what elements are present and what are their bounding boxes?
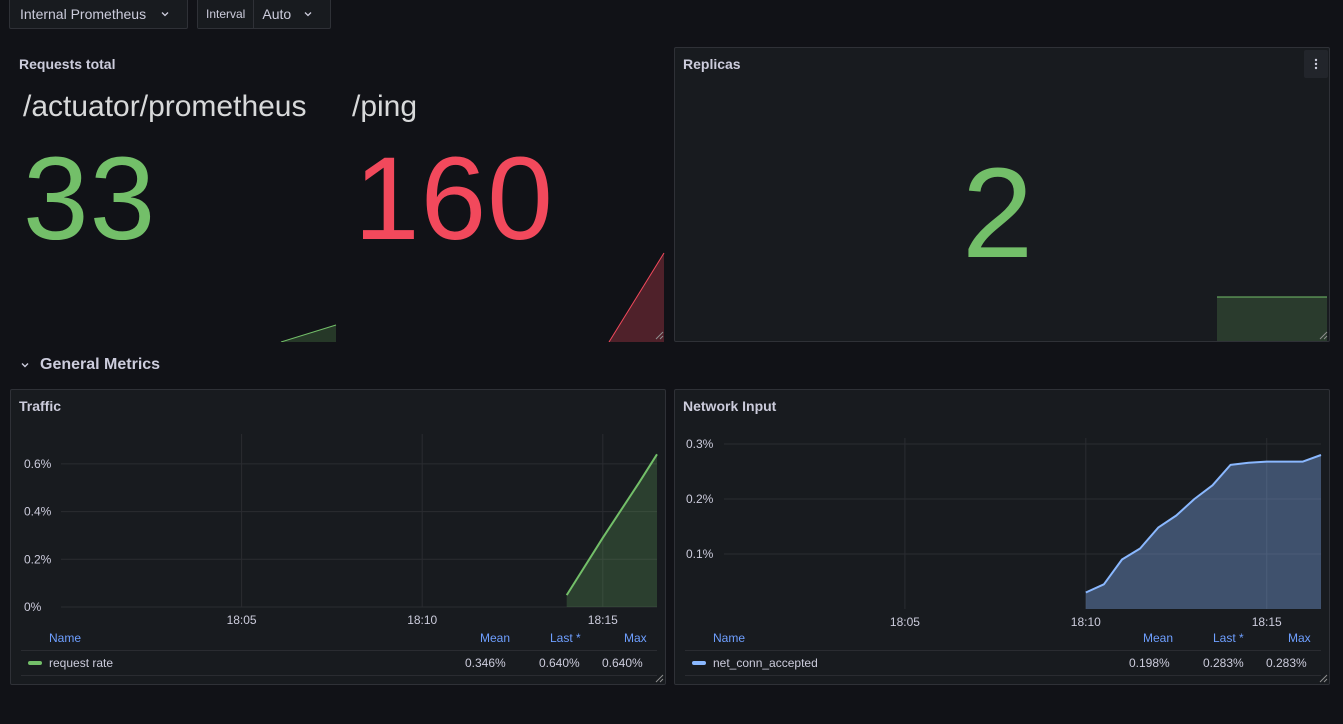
traffic-panel: Traffic 0% 0.2% 0.4% 0.6% 18:05 18:10 18:15 Na…: [10, 389, 666, 685]
resize-handle-icon[interactable]: [654, 673, 664, 683]
y-tick-label: 0.6%: [24, 457, 52, 471]
legend-series-name[interactable]: request rate: [49, 656, 113, 670]
y-tick-label: 0.1%: [686, 547, 714, 561]
series-area: [1085, 455, 1321, 609]
x-tick-label: 18:15: [1252, 615, 1282, 629]
sparkline-actuator: [280, 252, 665, 342]
legend-mean-value: 0.198%: [1129, 656, 1170, 670]
resize-handle-icon[interactable]: [1318, 673, 1328, 683]
requests-total-panel: Requests total /actuator/prometheus 33 /…: [11, 48, 666, 342]
legend-header-name[interactable]: Name: [713, 631, 745, 645]
legend-header-max[interactable]: Max: [624, 631, 647, 645]
row-general-metrics[interactable]: General Metrics: [20, 356, 160, 374]
legend-header-last[interactable]: Last *: [550, 631, 581, 645]
legend-swatch: [28, 661, 42, 665]
interval-picker[interactable]: Interval Auto: [197, 0, 331, 29]
datasource-picker[interactable]: Internal Prometheus: [9, 0, 188, 29]
legend-header-last[interactable]: Last *: [1213, 631, 1244, 645]
interval-value: Auto: [262, 5, 292, 22]
network-input-panel: Network Input 0.1% 0.2% 0.3% 18:05 18:10 18:1…: [674, 389, 1330, 685]
legend-divider: [21, 650, 657, 651]
y-tick-label: 0%: [24, 600, 42, 614]
x-tick-label: 18:05: [890, 615, 920, 629]
x-tick-label: 18:10: [1071, 615, 1101, 629]
y-tick-label: 0.4%: [24, 505, 52, 519]
legend-max-value: 0.640%: [602, 656, 643, 670]
legend-series-name[interactable]: net_conn_accepted: [713, 656, 818, 670]
legend-swatch: [692, 661, 706, 665]
legend-last-value: 0.640%: [539, 656, 580, 670]
legend-header-max[interactable]: Max: [1288, 631, 1311, 645]
x-tick-label: 18:05: [227, 613, 257, 627]
y-tick-label: 0.2%: [24, 552, 52, 566]
legend-divider: [21, 675, 657, 676]
legend-last-value: 0.283%: [1203, 656, 1244, 670]
legend-header-name[interactable]: Name: [49, 631, 81, 645]
legend-header-mean[interactable]: Mean: [1143, 631, 1173, 645]
y-tick-label: 0.2%: [686, 492, 714, 506]
legend-divider: [685, 675, 1321, 676]
chevron-down-icon: [21, 363, 29, 368]
chevron-down-icon: [161, 11, 169, 16]
y-tick-label: 0.3%: [686, 437, 714, 451]
legend-max-value: 0.283%: [1266, 656, 1307, 670]
sparkline-replicas: [1217, 296, 1327, 341]
interval-label: Interval: [198, 0, 255, 28]
datasource-picker-label: Internal Prometheus: [20, 5, 147, 22]
replicas-panel: Replicas 2: [674, 47, 1330, 342]
legend-mean-value: 0.346%: [465, 656, 506, 670]
x-tick-label: 18:10: [407, 613, 437, 627]
x-tick-label: 18:15: [588, 613, 618, 627]
chevron-down-icon: [304, 11, 312, 16]
traffic-chart: 0% 0.2% 0.4% 0.6% 18:05 18:10 18:15: [24, 434, 658, 627]
network-input-chart: 0.1% 0.2% 0.3% 18:05 18:10 18:15: [686, 437, 1322, 629]
legend-divider: [685, 650, 1321, 651]
resize-handle-icon[interactable]: [1318, 330, 1328, 340]
legend-header-mean[interactable]: Mean: [480, 631, 510, 645]
resize-handle-icon[interactable]: [654, 330, 664, 340]
row-title-label: General Metrics: [40, 356, 161, 373]
